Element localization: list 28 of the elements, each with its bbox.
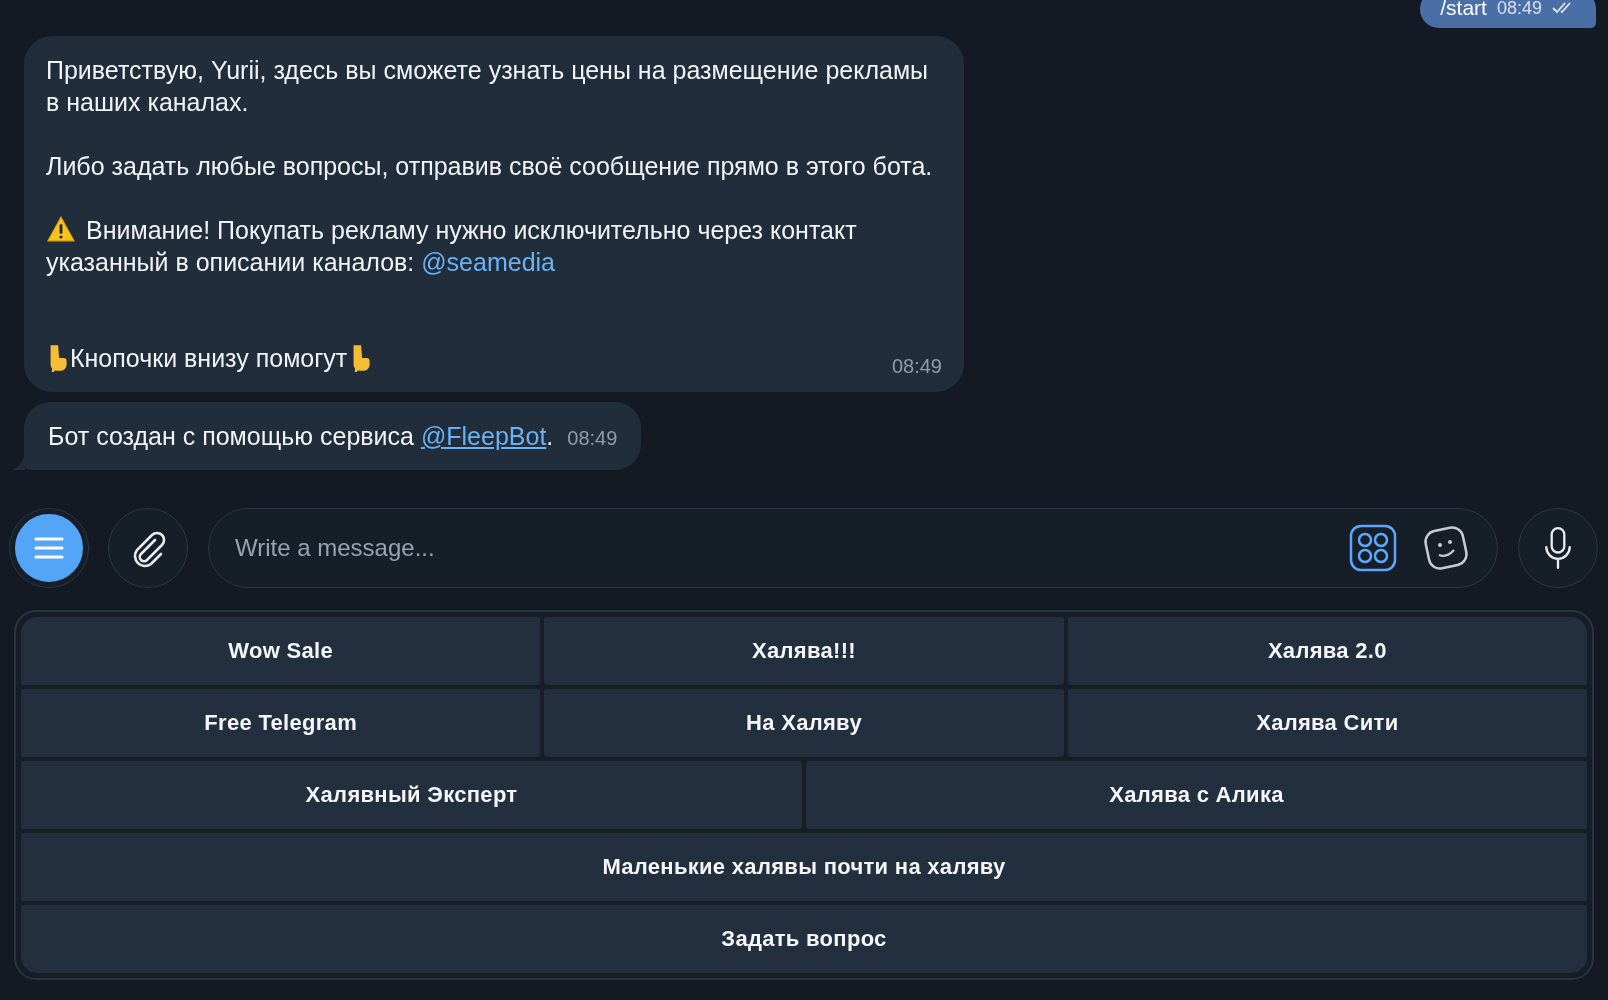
- keyboard-button[interactable]: Халява с Алика: [806, 761, 1587, 829]
- keyboard-button[interactable]: Wow Sale: [21, 617, 541, 685]
- message-text: Внимание! Покупать рекламу нужно исключительно через контакт указанный в описании каналов: @seamedia: [46, 215, 858, 278]
- keyboard-button[interactable]: Халявный Эксперт: [21, 761, 802, 829]
- menu-icon: [34, 537, 64, 559]
- message-text: Бот создан с помощью сервиса @FleepBot.: [48, 421, 554, 452]
- keyboard-button[interactable]: Маленькие халявы почти на халяву: [21, 833, 1587, 901]
- message-text: Либо задать любые вопросы, отправив своё сообщение прямо в этого бота.: [46, 151, 934, 182]
- keyboard-button[interactable]: Халява!!!: [544, 617, 1064, 685]
- keyboard-button[interactable]: Халява Сити: [1067, 689, 1587, 757]
- keyboard-button[interactable]: На Халяву: [544, 689, 1064, 757]
- keyboard-button[interactable]: Задать вопрос: [21, 905, 1587, 973]
- keyboard-button[interactable]: Халява 2.0: [1067, 617, 1587, 685]
- message-text: Приветствую, Yurii, здесь вы сможете узнать цены на размещение рекламы в наших каналах.: [46, 55, 930, 118]
- message-text: /start: [1440, 0, 1487, 20]
- apps-icon[interactable]: [1349, 524, 1397, 572]
- message-input[interactable]: Write a message...: [233, 533, 1325, 563]
- double-check-icon: [1552, 2, 1574, 14]
- keyboard-button[interactable]: Free Telegram: [21, 689, 541, 757]
- warning-icon: [46, 216, 76, 242]
- message-text: Кнопочки внизу помогут: [70, 343, 348, 374]
- message-time: 08:49: [1496, 0, 1542, 19]
- mention-link[interactable]: @FleepBot: [420, 422, 547, 450]
- sticker-icon[interactable]: [1421, 523, 1471, 573]
- message-field[interactable]: Write a message...: [208, 508, 1498, 588]
- message-time: 08:49: [891, 355, 942, 378]
- mention-link[interactable]: @seamedia: [421, 248, 555, 276]
- message-time: 08:49: [567, 427, 618, 450]
